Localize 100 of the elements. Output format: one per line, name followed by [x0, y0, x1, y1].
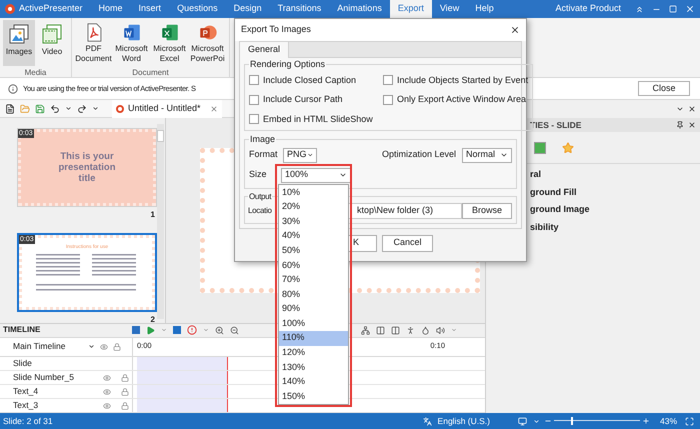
collapse-ribbon-icon[interactable]: [635, 4, 644, 14]
group-label: Document: [132, 67, 169, 79]
ribbon-button[interactable]: Microsoft PowerPoi: [189, 20, 226, 66]
menu-tab[interactable]: View: [432, 0, 468, 18]
dropdown-option[interactable]: 20%: [279, 200, 348, 214]
monitor-icon[interactable]: [518, 416, 527, 426]
zoom-out-icon[interactable]: [230, 326, 239, 335]
lock-icon[interactable]: [113, 342, 121, 351]
dropdown-option[interactable]: 10%: [279, 185, 348, 200]
eye-icon[interactable]: [103, 374, 111, 382]
ribbon-button[interactable]: Video: [36, 20, 68, 66]
section-header[interactable]: ground Image: [530, 203, 700, 216]
close-icon[interactable]: [510, 25, 520, 35]
menu-tab[interactable]: Insert: [130, 0, 170, 18]
menu-tab[interactable]: Transitions: [270, 0, 330, 18]
dropdown-option[interactable]: 90%: [279, 302, 348, 316]
play-icon[interactable]: [146, 326, 155, 335]
dropdown-option[interactable]: 110%: [279, 330, 348, 346]
caret-icon[interactable]: [92, 105, 99, 112]
menu-tab[interactable]: Export: [390, 0, 432, 18]
lock-icon[interactable]: [121, 402, 129, 410]
film-icon: [41, 23, 63, 45]
join-icon[interactable]: [391, 326, 400, 335]
checkbox-label: Include Cursor Path: [263, 93, 343, 106]
section-header[interactable]: ral: [530, 168, 700, 182]
undo-icon[interactable]: [50, 104, 60, 114]
dropdown-option[interactable]: 150%: [279, 389, 348, 404]
eye-icon[interactable]: [100, 342, 108, 351]
menu-tab[interactable]: Help: [467, 0, 502, 18]
star-icon[interactable]: [562, 142, 574, 154]
ribbon-button[interactable]: Microsoft Word: [113, 20, 150, 66]
maximize-icon[interactable]: [669, 5, 677, 13]
menu-tab[interactable]: Design: [226, 0, 270, 18]
droplet-icon[interactable]: [421, 326, 430, 335]
dropdown-option[interactable]: 70%: [279, 272, 348, 288]
menu-tab[interactable]: Home: [90, 0, 131, 18]
lock-icon[interactable]: [121, 374, 129, 382]
redo-icon[interactable]: [77, 104, 87, 114]
dropdown-option[interactable]: 130%: [279, 360, 348, 375]
caret-icon: [500, 151, 508, 159]
lock-icon[interactable]: [121, 388, 129, 396]
browse-button[interactable]: Browse: [462, 202, 512, 218]
group-title: Image: [249, 133, 276, 146]
eye-icon[interactable]: [103, 388, 111, 396]
info-icon: [8, 84, 18, 94]
running-figure-icon[interactable]: [406, 326, 415, 335]
section-header[interactable]: sibility: [530, 220, 700, 234]
eye-icon[interactable]: [103, 402, 111, 410]
menu-tab[interactable]: Questions: [169, 0, 226, 18]
hierarchy-icon[interactable]: [361, 326, 370, 335]
checkbox[interactable]: [249, 114, 259, 124]
close-tab-icon[interactable]: [210, 104, 218, 112]
size-select[interactable]: 100%: [281, 168, 351, 182]
close-button[interactable]: Close: [638, 81, 690, 96]
checkbox[interactable]: [249, 75, 259, 86]
cancel-button[interactable]: Cancel: [382, 234, 433, 252]
dropdown-option[interactable]: 80%: [279, 287, 348, 302]
group-title: Output: [248, 190, 272, 202]
slider-thumb[interactable]: [571, 417, 574, 425]
dropdown-option[interactable]: 140%: [279, 374, 348, 390]
zoom-in-icon[interactable]: [215, 326, 224, 335]
scrollbar[interactable]: [157, 124, 164, 319]
caret-icon[interactable]: [65, 105, 72, 112]
dropdown-option[interactable]: 60%: [279, 258, 348, 273]
document-tab[interactable]: Untitled - Untitled*: [112, 100, 222, 118]
activate-product-link[interactable]: Activate Product: [555, 2, 621, 16]
record-icon[interactable]: [187, 325, 197, 336]
close-icon[interactable]: [688, 105, 696, 113]
caret-icon[interactable]: [88, 343, 95, 350]
checkbox[interactable]: [249, 94, 259, 105]
format-select[interactable]: PNG: [283, 148, 317, 162]
fit-icon[interactable]: [685, 416, 694, 426]
checkbox-label: Only Export Active Window Area: [397, 93, 526, 106]
menu-tab[interactable]: Animations: [329, 0, 390, 18]
dropdown-option[interactable]: 50%: [279, 243, 348, 258]
section-header[interactable]: ground Fill: [530, 186, 700, 199]
timeline-selector[interactable]: Main Timeline: [13, 340, 83, 354]
fill-icon[interactable]: [534, 142, 546, 154]
zoom-slider[interactable]: [554, 417, 640, 425]
ribbon-button[interactable]: Images: [3, 20, 35, 66]
speaker-icon[interactable]: [436, 326, 445, 335]
dropdown-option[interactable]: 40%: [279, 228, 348, 244]
zoom-in-icon[interactable]: [642, 417, 650, 425]
dialog-tab[interactable]: General: [240, 42, 290, 58]
caret-icon: [339, 171, 347, 179]
dropdown-option[interactable]: 100%: [279, 316, 348, 331]
ribbon-button[interactable]: Microsoft Excel: [151, 20, 188, 66]
close-icon[interactable]: [688, 121, 696, 129]
optimization-select[interactable]: Normal: [462, 148, 512, 162]
split-icon[interactable]: [376, 326, 385, 335]
checkbox[interactable]: [383, 94, 393, 105]
ribbon-button[interactable]: PDF Document: [75, 20, 112, 66]
caret-icon[interactable]: [676, 105, 684, 113]
save-icon[interactable]: [35, 104, 45, 114]
dropdown-option[interactable]: 120%: [279, 346, 348, 360]
checkbox[interactable]: [383, 75, 393, 86]
pin-icon[interactable]: [676, 121, 684, 129]
track-name: Text_4: [13, 385, 40, 398]
stop-icon[interactable]: [173, 326, 181, 334]
new-file-icon[interactable]: [5, 104, 15, 114]
